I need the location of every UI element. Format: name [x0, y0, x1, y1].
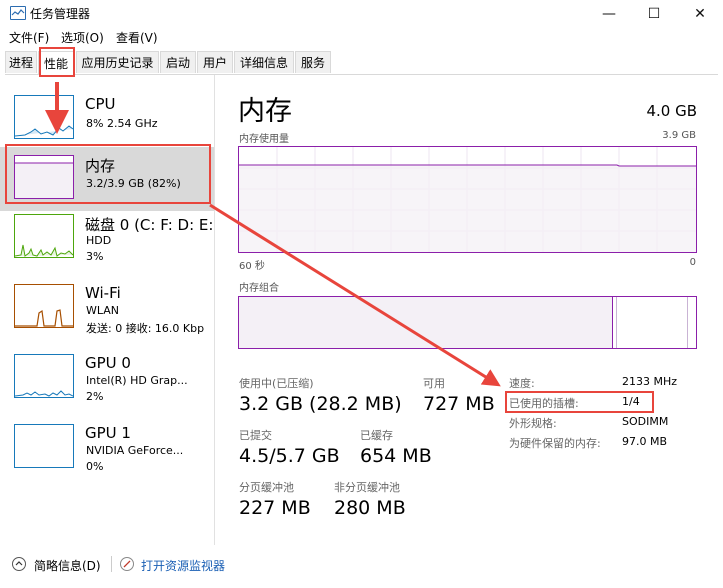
annotation-arrows — [45, 82, 501, 387]
arrow-memory-to-slots — [209, 203, 501, 387]
